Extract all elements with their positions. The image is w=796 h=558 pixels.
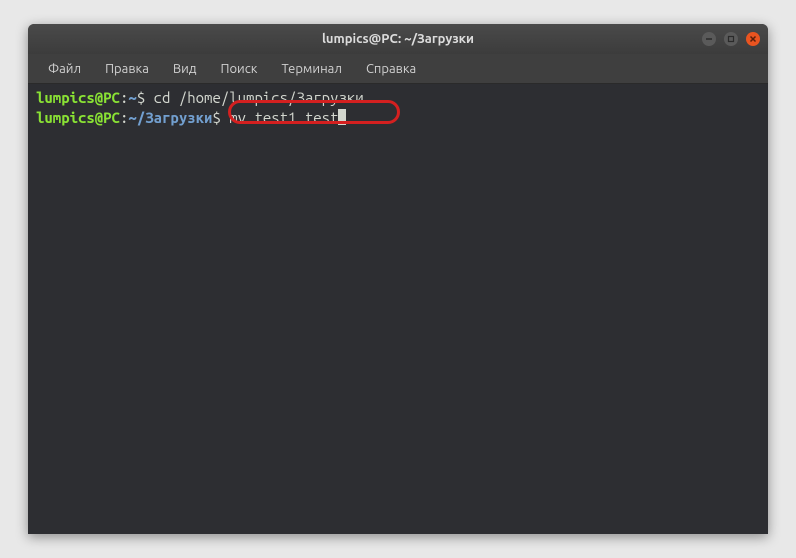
menu-edit[interactable]: Правка (95, 58, 159, 80)
menu-search[interactable]: Поиск (210, 58, 267, 80)
minimize-icon (705, 35, 713, 43)
terminal-line-1: lumpics@PC:~$ cd /home/lumpics/Загрузки (36, 88, 760, 108)
terminal-body[interactable]: lumpics@PC:~$ cd /home/lumpics/Загрузки … (28, 84, 768, 534)
minimize-button[interactable] (702, 32, 716, 46)
window-controls (702, 32, 760, 46)
terminal-line-2: lumpics@PC:~/Загрузки$ mv test1 test (36, 108, 760, 128)
prompt-path: ~/Загрузки (128, 109, 212, 126)
titlebar[interactable]: lumpics@PC: ~/Загрузки (28, 24, 768, 54)
terminal-window: lumpics@PC: ~/Загрузки Файл Правка Вид П… (28, 24, 768, 534)
window-title: lumpics@PC: ~/Загрузки (322, 32, 474, 46)
command-text: mv test1 test (229, 109, 338, 126)
menubar: Файл Правка Вид Поиск Терминал Справка (28, 54, 768, 84)
close-button[interactable] (746, 32, 760, 46)
prompt-path: ~ (128, 89, 136, 106)
menu-help[interactable]: Справка (356, 58, 426, 80)
command-text: cd /home/lumpics/Загрузки (154, 89, 364, 106)
menu-view[interactable]: Вид (163, 58, 207, 80)
prompt-user: lumpics@PC (36, 89, 120, 106)
menu-terminal[interactable]: Терминал (271, 58, 351, 80)
prompt-user: lumpics@PC (36, 109, 120, 126)
prompt-dollar: $ (212, 109, 229, 126)
cursor (338, 109, 346, 125)
close-icon (749, 35, 757, 43)
menu-file[interactable]: Файл (38, 58, 91, 80)
maximize-icon (727, 35, 735, 43)
prompt-dollar: $ (137, 89, 154, 106)
maximize-button[interactable] (724, 32, 738, 46)
